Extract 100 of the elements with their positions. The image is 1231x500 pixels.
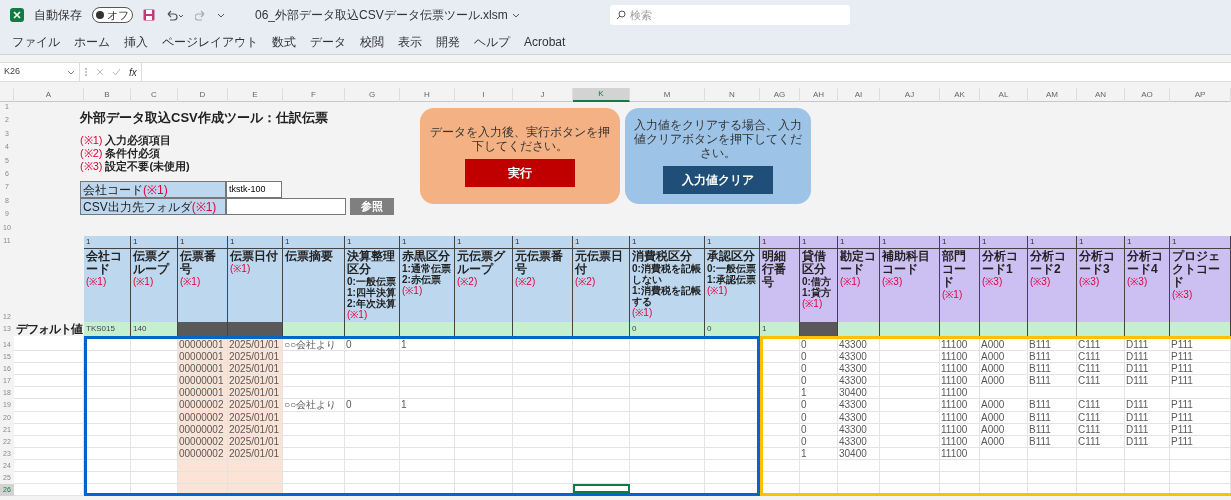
table-cell-text: 1: [400, 399, 408, 412]
option-text: 0:借方: [802, 276, 832, 287]
default-cell: TKS015: [84, 322, 131, 336]
table-cell-text: D111: [1125, 363, 1150, 376]
column-title: 分析コード1: [982, 250, 1019, 276]
table-cell-text: 00000002: [178, 411, 225, 424]
ribbon-tab[interactable]: 挿入: [124, 33, 148, 51]
table-cell-text: A000: [980, 375, 1006, 388]
browse-button[interactable]: 参照: [350, 198, 394, 215]
ribbon-tab[interactable]: ヘルプ: [474, 33, 510, 51]
table-cell-text: 0: [800, 363, 808, 376]
table-cell-text: P111: [1170, 423, 1194, 436]
table-cell-text: D111: [1125, 411, 1150, 424]
table-cell-text: D111: [1125, 399, 1150, 412]
table-cell-text: A000: [980, 411, 1006, 424]
clear-button[interactable]: 入力値クリア: [663, 166, 773, 194]
table-cell-text: 43300: [838, 411, 868, 424]
required-mark: (※3): [1127, 276, 1149, 287]
option-text: 1:消費税を記帳する: [632, 285, 702, 307]
table-cell: 1: [455, 236, 513, 249]
table-cell-text: A000: [980, 363, 1006, 376]
dropdown-caret-icon[interactable]: [217, 11, 225, 19]
required-mark: (※1): [802, 298, 824, 309]
check-icon[interactable]: [112, 68, 121, 76]
table-cell-text: D111: [1125, 339, 1150, 352]
table-cell-text: P111: [1170, 435, 1194, 448]
table-cell: 1: [345, 236, 400, 249]
autosave-toggle[interactable]: オフ: [92, 7, 133, 23]
table-cell-text: 2025/01/01: [228, 363, 281, 376]
table-cell: 1: [283, 236, 345, 249]
insert-function-button[interactable]: fx: [125, 63, 142, 81]
table-cell-text: 2025/01/01: [228, 435, 281, 448]
table-cell-text: 00000002: [178, 447, 225, 460]
run-button[interactable]: 実行: [465, 159, 575, 187]
legend-label: 設定不要(未使用): [105, 160, 190, 175]
required-mark: (※1): [402, 285, 424, 296]
search-field[interactable]: 検索: [609, 5, 850, 25]
table-cell-text: P111: [1170, 351, 1194, 364]
column-header[interactable]: K: [573, 88, 630, 102]
table-cell-text: C111: [1077, 411, 1102, 424]
undo-icon[interactable]: [165, 9, 185, 21]
required-mark: (※1): [347, 309, 369, 320]
save-icon[interactable]: [143, 9, 155, 21]
ribbon-tab[interactable]: ファイル: [12, 33, 60, 51]
ribbon-tab[interactable]: 数式: [272, 33, 296, 51]
table-cell-text: 0: [800, 339, 808, 352]
column-title: 分析コード3: [1079, 250, 1116, 276]
ribbon-tab[interactable]: データ: [310, 33, 346, 51]
table-cell-text: 00000002: [178, 423, 225, 436]
table-cell: 1: [131, 236, 178, 249]
table-cell-text: 11100: [940, 363, 969, 376]
selected-cell[interactable]: [573, 484, 630, 494]
search-icon[interactable]: [615, 10, 626, 20]
spreadsheet-app-icon[interactable]: [10, 8, 24, 22]
column-title: 伝票グループ: [133, 250, 171, 276]
legend-mark: (※3): [80, 159, 103, 175]
name-box[interactable]: K26: [0, 63, 80, 81]
ribbon-tab[interactable]: Acrobat: [524, 33, 566, 51]
table-cell-text: 1: [800, 387, 808, 400]
table-cell-text: 0: [800, 435, 808, 448]
required-mark: (※3): [1172, 289, 1194, 300]
option-text: 1:承認伝票: [707, 274, 757, 285]
chevron-down-icon[interactable]: [511, 11, 520, 19]
table-cell-text: 11100: [940, 435, 969, 448]
option-text: 2:年次決算: [347, 298, 397, 309]
column-title: 勘定コード: [840, 250, 877, 276]
table-cell: 1: [800, 236, 838, 249]
table-cell-text: A000: [980, 435, 1006, 448]
table-cell-text: A000: [980, 339, 1006, 352]
table-cell-text: D111: [1125, 435, 1150, 448]
ribbon-tab[interactable]: ホーム: [74, 33, 110, 51]
default-cell: 1: [760, 322, 800, 336]
table-cell-text: 11100: [940, 399, 969, 412]
required-mark: (※1): [707, 285, 729, 296]
table-cell-text: D111: [1125, 375, 1150, 388]
column-title: 伝票日付: [230, 250, 279, 263]
ribbon-tab[interactable]: 校閲: [360, 33, 384, 51]
company-code-field[interactable]: tkstk-100: [226, 181, 282, 198]
table-cell: 1: [513, 236, 573, 249]
table-cell-text: C111: [1077, 339, 1102, 352]
option-text: 2:赤伝票: [402, 274, 441, 285]
table-cell-text: 0: [800, 423, 808, 436]
table-cell-text: C111: [1077, 363, 1102, 376]
ribbon-tab[interactable]: ページレイアウト: [162, 33, 258, 51]
chevron-down-icon[interactable]: [67, 68, 75, 76]
ribbon-tab[interactable]: 開発: [436, 33, 460, 51]
table-cell-text: 0: [800, 375, 808, 388]
column-title: 補助科目コード: [882, 250, 931, 276]
ribbon-tab[interactable]: 表示: [398, 33, 422, 51]
table-cell: 1: [1170, 236, 1231, 249]
table-cell-text: 0: [345, 339, 353, 352]
default-cell: 0: [630, 322, 705, 336]
folder-path-field[interactable]: [226, 198, 346, 215]
column-title: 消費税区分: [632, 250, 692, 263]
column-title: 承認区分: [707, 250, 756, 263]
table-cell: 1: [178, 236, 228, 249]
column-title: 部門コード: [942, 250, 967, 289]
autosave-label: 自動保存: [34, 7, 82, 24]
table-cell-text: B111: [1028, 351, 1052, 364]
table-cell-text: 11100: [940, 447, 969, 460]
